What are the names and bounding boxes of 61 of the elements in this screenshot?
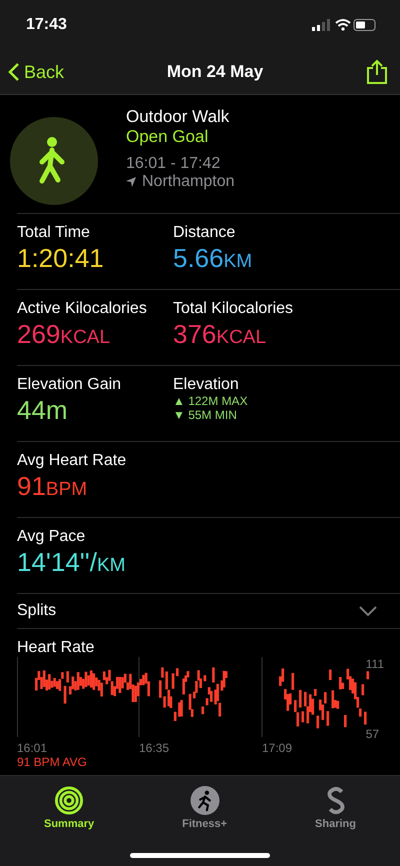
metric-label: Elevation — [173, 376, 240, 394]
workout-location: Northampton — [142, 173, 234, 191]
metric-label: Distance — [173, 224, 236, 242]
time-label: 17:09 — [262, 741, 294, 755]
metric-label: Elevation Gain — [17, 376, 122, 394]
average-label: 91 BPM AVG — [17, 755, 88, 769]
metric-label: Total Kilocalories — [173, 300, 294, 318]
heart-rate-bar — [302, 711, 304, 722]
signal-icon — [312, 19, 330, 31]
heart-rate-bar — [316, 716, 320, 728]
time-label: 16:35 — [139, 741, 170, 755]
metric-value: 269KCAL — [17, 318, 112, 351]
rings-icon — [54, 786, 84, 815]
status-time: 17:43 — [26, 16, 67, 34]
heart-rate-bar — [364, 712, 367, 725]
nav-title: Mon 24 May — [166, 62, 264, 82]
metric-value: 14'14''/KM — [17, 546, 126, 579]
time-range: 16:01 - 17:42 — [126, 155, 222, 173]
heart-rate-bar — [344, 714, 347, 728]
runner-icon — [190, 786, 220, 815]
metric-label: Avg Pace — [17, 528, 86, 546]
back-button[interactable]: Back — [8, 62, 64, 82]
metric-value: 376KCAL — [173, 318, 268, 351]
metric-value: 91BPM — [17, 470, 88, 503]
heart-rate-bar — [314, 689, 317, 696]
heart-rate-bar — [366, 671, 370, 680]
metric-label: Avg Heart Rate — [17, 452, 128, 470]
heart-rate-bar — [299, 690, 302, 708]
tab[interactable]: Sharing — [315, 780, 356, 830]
heart-rate-bar — [66, 671, 69, 682]
elevation-reading: ▲ 122M MAX — [173, 394, 249, 408]
location-arrow-icon — [126, 177, 136, 187]
splits-label: Splits — [17, 602, 56, 620]
wifi-icon — [335, 19, 351, 31]
elevation-reading: ▼ 55M MIN — [173, 408, 238, 422]
heart-rate-bar — [326, 711, 330, 726]
tab[interactable]: Fitness+ — [182, 780, 228, 830]
axis-label: 111 — [366, 657, 384, 671]
workout-name: Outdoor Walk — [126, 107, 230, 127]
heart-rate-bar — [204, 675, 206, 682]
metric-value: 5.66KM — [173, 242, 254, 275]
chart-title: Heart Rate — [17, 639, 96, 657]
battery-icon — [354, 19, 376, 31]
chevron-icon[interactable] — [358, 605, 378, 617]
heart-rate-bar — [329, 670, 332, 680]
heart-rate-bar — [176, 668, 179, 676]
metric-value: 1:20:41 — [17, 242, 105, 274]
tab[interactable]: Summary — [44, 780, 94, 830]
metric-label: Total Time — [17, 224, 91, 242]
share-icon[interactable] — [366, 59, 388, 85]
heart-rate-bar — [362, 684, 364, 696]
heart-rate-bar — [292, 673, 294, 690]
chevron-left-icon — [8, 62, 20, 82]
axis-label: 57 — [366, 727, 380, 741]
heart-rate-bar — [64, 686, 66, 704]
heart-rate-bar — [174, 712, 176, 721]
workout-goal: Open Goal — [126, 127, 210, 147]
metric-value: 44m — [17, 394, 69, 426]
metric-label: Active Kilocalories — [17, 300, 148, 318]
sharing-icon — [324, 786, 346, 815]
time-label: 16:01 — [17, 741, 48, 755]
